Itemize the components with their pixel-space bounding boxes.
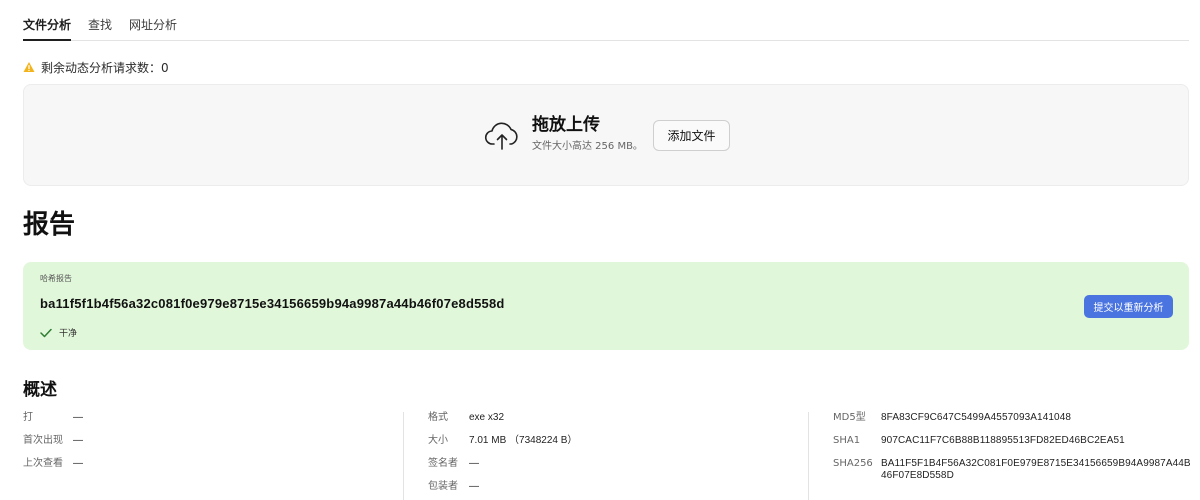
cloud-upload-icon xyxy=(484,122,518,150)
overview-row: 格式 exe x32 xyxy=(428,412,808,424)
hash-report-label: 哈希报告 xyxy=(40,274,72,283)
dynamic-analysis-warning: 剩余动态分析请求数：0 xyxy=(23,59,169,75)
upload-dropzone[interactable]: 拖放上传 文件大小高达 256 MB。 添加文件 xyxy=(23,84,1189,186)
check-icon xyxy=(40,328,52,337)
overview-column-file-info: 格式 exe x32 大小 7.01 MB （7348224 B） 签名者 — … xyxy=(403,412,808,500)
overview-column-activity: 打 — 首次出现 — 上次查看 — xyxy=(23,412,403,481)
tab-url-analysis[interactable]: 网址分析 xyxy=(129,0,177,41)
overview-key: 签名者 xyxy=(428,458,458,469)
tab-file-analysis[interactable]: 文件分析 xyxy=(23,0,72,41)
overview-column-hashes: MD5型 8FA83CF9C647C5499A4557093A141048 SH… xyxy=(808,412,1193,500)
overview-value: — xyxy=(73,412,83,423)
overview-value: — xyxy=(469,458,479,469)
overview-key: 大小 xyxy=(428,435,448,446)
overview-key: 上次查看 xyxy=(23,458,63,469)
warning-triangle-icon xyxy=(23,62,35,72)
overview-row: MD5型 8FA83CF9C647C5499A4557093A141048 xyxy=(833,412,1193,424)
add-file-button[interactable]: 添加文件 xyxy=(653,120,730,151)
overview-row: 上次查看 — xyxy=(23,458,403,470)
overview-key: 首次出现 xyxy=(23,435,63,446)
overview-row: SHA1 907CAC11F7C6B88B118895513FD82ED46BC… xyxy=(833,435,1193,447)
tab-search[interactable]: 查找 xyxy=(88,0,112,41)
overview-row: 大小 7.01 MB （7348224 B） xyxy=(428,435,808,447)
warning-text: 剩余动态分析请求数：0 xyxy=(41,60,169,75)
overview-row: 打 — xyxy=(23,412,403,424)
hash-value: ba11f5f1b4f56a32c081f0e979e8715e34156659… xyxy=(40,296,505,311)
overview-heading: 概述 xyxy=(23,380,57,400)
verdict-text: 干净 xyxy=(59,329,78,339)
overview-row: SHA256 BA11F5F1B4F56A32C081F0E979E8715E3… xyxy=(833,458,1193,482)
overview-key: MD5型 xyxy=(833,412,866,423)
report-heading: 报告 xyxy=(23,210,76,240)
overview-value: 8FA83CF9C647C5499A4557093A141048 xyxy=(881,412,1072,423)
tab-bar: 文件分析 查找 网址分析 xyxy=(23,0,1189,41)
overview-value: — xyxy=(73,435,83,446)
resubmit-analysis-button[interactable]: 提交以重新分析 xyxy=(1084,295,1173,318)
overview-row: 包装者 — xyxy=(428,481,808,493)
overview-key: SHA1 xyxy=(833,435,861,446)
overview-key: 格式 xyxy=(428,412,448,423)
overview-value: — xyxy=(469,481,479,492)
overview-key: 打 xyxy=(23,412,33,423)
overview-key: SHA256 xyxy=(833,458,873,469)
overview-value: — xyxy=(73,458,83,469)
upload-size-limit: 文件大小高达 256 MB。 xyxy=(532,141,643,152)
overview-value: exe x32 xyxy=(469,412,505,423)
overview-row: 首次出现 — xyxy=(23,435,403,447)
overview-row: 签名者 — xyxy=(428,458,808,470)
overview-value: 907CAC11F7C6B88B118895513FD82ED46BC2EA51 xyxy=(881,435,1125,446)
overview-key: 包装者 xyxy=(428,481,458,492)
upload-title: 拖放上传 xyxy=(532,115,600,135)
overview-value: BA11F5F1B4F56A32C081F0E979E8715E34156659… xyxy=(881,458,1191,481)
overview-value: 7.01 MB （7348224 B） xyxy=(469,435,578,446)
verdict-status: 干净 xyxy=(40,326,77,339)
hash-report-card: 哈希报告 ba11f5f1b4f56a32c081f0e979e8715e341… xyxy=(23,262,1189,350)
